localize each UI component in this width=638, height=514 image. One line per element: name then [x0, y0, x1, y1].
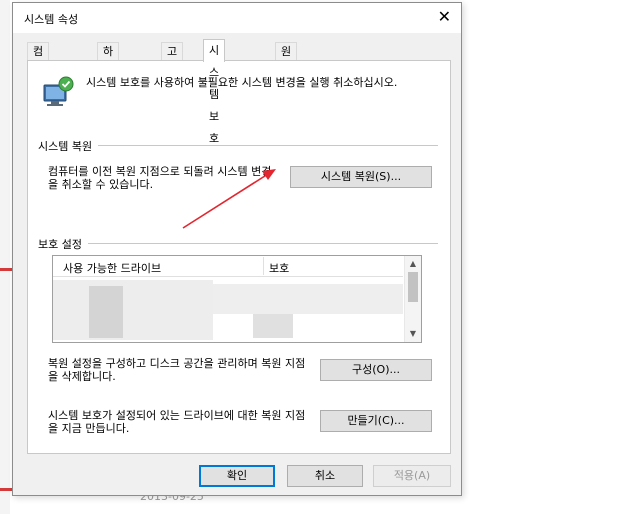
system-protection-icon [43, 76, 74, 106]
create-description: 시스템 보호가 설정되어 있는 드라이브에 대한 복원 지점을 지금 만듭니다. [48, 409, 306, 435]
tab-remote[interactable]: 원격 [275, 42, 298, 76]
divider [38, 243, 438, 244]
blurred-drive-icon [89, 286, 123, 338]
cancel-button[interactable]: 취소 [287, 465, 363, 487]
configure-description: 복원 설정을 구성하고 디스크 공간을 관리하며 복원 지점을 삭제합니다. [48, 357, 306, 383]
scroll-down-icon[interactable]: ▼ [405, 327, 421, 341]
blurred-drive-row [213, 284, 403, 314]
system-restore-heading: 시스템 복원 [38, 138, 99, 154]
list-header: 사용 가능한 드라이브 보호 [53, 256, 403, 277]
list-scrollbar[interactable]: ▲ ▼ [404, 256, 421, 342]
system-properties-dialog: 시스템 속성 ✕ 컴퓨터 이름 하드웨어 고급 시스템 보호 원격 시스템 보호… [12, 2, 462, 496]
dialog-title: 시스템 속성 [24, 13, 79, 26]
system-restore-description: 컴퓨터를 이전 복원 지점으로 되돌려 시스템 변경을 취소할 수 있습니다. [48, 165, 272, 191]
background-app-edge [0, 0, 10, 514]
configure-button[interactable]: 구성(O)... [320, 359, 432, 381]
intro-text: 시스템 보호를 사용하여 불필요한 시스템 변경을 실행 취소하십시오. [86, 76, 398, 89]
scroll-up-icon[interactable]: ▲ [405, 257, 421, 271]
tab-hardware[interactable]: 하드웨어 [97, 42, 120, 112]
close-icon[interactable]: ✕ [438, 7, 451, 27]
system-protection-panel: 시스템 보호를 사용하여 불필요한 시스템 변경을 실행 취소하십시오. 시스템… [27, 60, 451, 454]
create-button[interactable]: 만들기(C)... [320, 410, 432, 432]
column-separator [263, 257, 264, 275]
apply-button[interactable]: 적용(A) [373, 465, 451, 487]
drive-list[interactable]: 사용 가능한 드라이브 보호 ▲ ▼ [52, 255, 422, 343]
tab-advanced[interactable]: 고급 [161, 42, 184, 76]
protection-settings-heading: 보호 설정 [38, 236, 88, 252]
title-bar: 시스템 속성 ✕ [13, 3, 461, 33]
tab-computer-name[interactable]: 컴퓨터 이름 [27, 42, 50, 130]
scroll-thumb[interactable] [408, 272, 418, 302]
column-available-drives[interactable]: 사용 가능한 드라이브 [63, 260, 161, 276]
tab-system-protection[interactable]: 시스템 보호 [203, 39, 226, 145]
column-protection[interactable]: 보호 [269, 260, 289, 276]
ok-button[interactable]: 확인 [199, 465, 275, 487]
system-restore-button[interactable]: 시스템 복원(S)... [290, 166, 432, 188]
blurred-drive-rows [53, 280, 213, 340]
